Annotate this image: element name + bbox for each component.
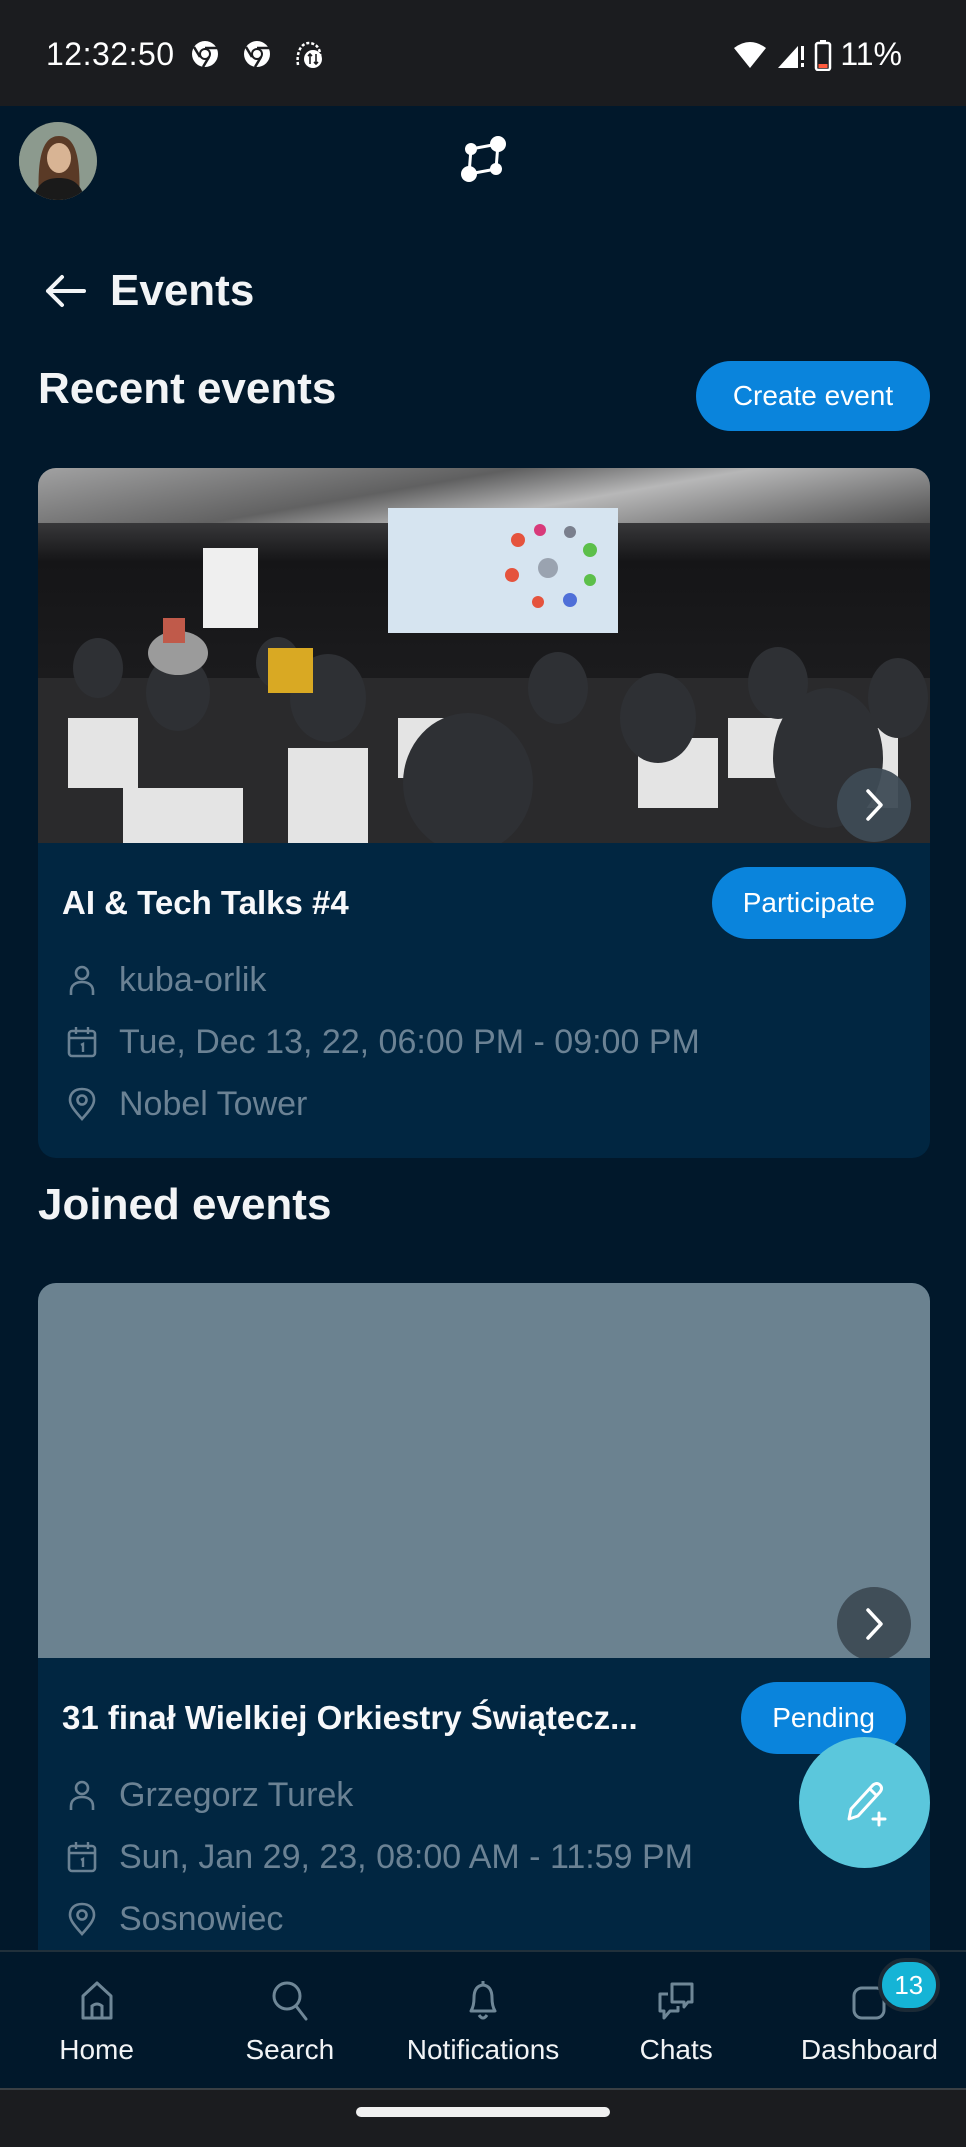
event-photo [38, 468, 930, 843]
event-location: Nobel Tower [62, 1073, 906, 1135]
status-right: 11% [732, 36, 902, 73]
chrome-icon [244, 41, 270, 68]
datetime-text: Sun, Jan 29, 23, 08:00 AM - 11:59 PM [119, 1837, 693, 1876]
location-text: Sosnowiec [119, 1899, 284, 1938]
location-pin-icon [68, 1087, 96, 1121]
nav-label: Home [59, 2034, 134, 2065]
nav-label: Notifications [406, 2034, 560, 2065]
event-datetime: Sun, Jan 29, 23, 08:00 AM - 11:59 PM [62, 1826, 906, 1888]
app-logo-icon[interactable] [458, 134, 508, 184]
avatar-photo [19, 122, 97, 200]
arrow-left-icon [46, 275, 86, 307]
gesture-area [0, 2090, 966, 2147]
organizer-name[interactable]: kuba-orlik [119, 961, 266, 1000]
notification-count-badge: 13 [877, 1958, 940, 2012]
nav-dashboard[interactable]: Dashboard 13 [773, 1952, 966, 2088]
participate-button[interactable]: Participate [711, 867, 906, 939]
event-location: Sosnowiec [62, 1888, 906, 1950]
person-icon [69, 1780, 95, 1810]
nav-label: Dashboard [800, 2034, 938, 2065]
event-card-body: 31 finał Wielkiej Orkiestry Świątecz... … [38, 1658, 930, 1950]
carousel-next-button[interactable] [837, 1587, 911, 1658]
organizer-name[interactable]: Grzegorz Turek [119, 1776, 353, 1815]
calendar-icon [67, 1842, 97, 1873]
page-title: Events [110, 266, 255, 315]
photo-slide-diagram [505, 524, 597, 608]
nav-search[interactable]: Search [193, 1952, 386, 2088]
event-title-row: 31 finał Wielkiej Orkiestry Świątecz... … [62, 1682, 906, 1754]
home-gesture-bar[interactable] [356, 2107, 610, 2117]
event-organizer: Grzegorz Turek [62, 1764, 906, 1826]
home-icon [81, 1981, 113, 2020]
nav-chats[interactable]: Chats [580, 1952, 773, 2088]
nav-notifications[interactable]: Notifications [386, 1952, 579, 2088]
datetime-text: Tue, Dec 13, 22, 06:00 PM - 09:00 PM [119, 1022, 700, 1061]
calendar-icon [67, 1027, 97, 1058]
status-bar: 12:32:50 11% [0, 0, 966, 106]
carousel-next-button[interactable] [837, 768, 911, 842]
chrome-icon [192, 41, 218, 68]
back-button[interactable] [42, 268, 88, 314]
location-text: Nobel Tower [119, 1084, 308, 1123]
battery-low-icon [815, 39, 832, 71]
photo-audience [38, 618, 930, 843]
create-post-fab[interactable] [799, 1737, 930, 1868]
event-card[interactable]: 31 finał Wielkiej Orkiestry Świątecz... … [38, 1283, 930, 1950]
create-event-button[interactable]: Create event [696, 361, 930, 431]
bell-icon [469, 1981, 497, 2020]
location-pin-icon [68, 1902, 96, 1936]
person-icon [69, 965, 95, 995]
event-card[interactable]: AI & Tech Talks #4 Participate kuba-orli… [38, 468, 930, 1158]
event-title: 31 finał Wielkiej Orkiestry Świątecz... [62, 1699, 638, 1736]
avatar[interactable] [19, 122, 97, 200]
event-photo-placeholder [38, 1283, 930, 1658]
event-title: AI & Tech Talks #4 [62, 884, 349, 921]
page-header: Events [42, 261, 254, 321]
bottom-nav: Home Search Notifications Chats Dashboar… [0, 1950, 966, 2090]
chevron-right-icon [866, 789, 883, 821]
event-organizer: kuba-orlik [62, 949, 906, 1011]
pencil-plus-icon [847, 1781, 886, 1826]
wifi-icon [734, 41, 767, 68]
nav-label: Chats [639, 2034, 713, 2065]
status-time: 12:32:50 [46, 36, 175, 72]
chats-icon [658, 1982, 694, 2020]
search-icon [272, 1981, 308, 2021]
event-datetime: Tue, Dec 13, 22, 06:00 PM - 09:00 PM [62, 1011, 906, 1073]
joined-events-heading: Joined events [38, 1180, 332, 1229]
recent-events-heading: Recent events [38, 364, 337, 413]
event-card-body: AI & Tech Talks #4 Participate kuba-orli… [38, 843, 930, 1158]
nav-label: Search [245, 2034, 335, 2065]
app-content: Events Recent events Create event AI & T… [0, 106, 966, 1950]
sync-notification-icon [296, 41, 322, 68]
event-title-row: AI & Tech Talks #4 Participate [62, 867, 906, 939]
signal-icon [778, 45, 805, 68]
chevron-right-icon [866, 1608, 883, 1640]
battery-percent: 11% [840, 36, 902, 72]
nav-home[interactable]: Home [0, 1952, 193, 2088]
